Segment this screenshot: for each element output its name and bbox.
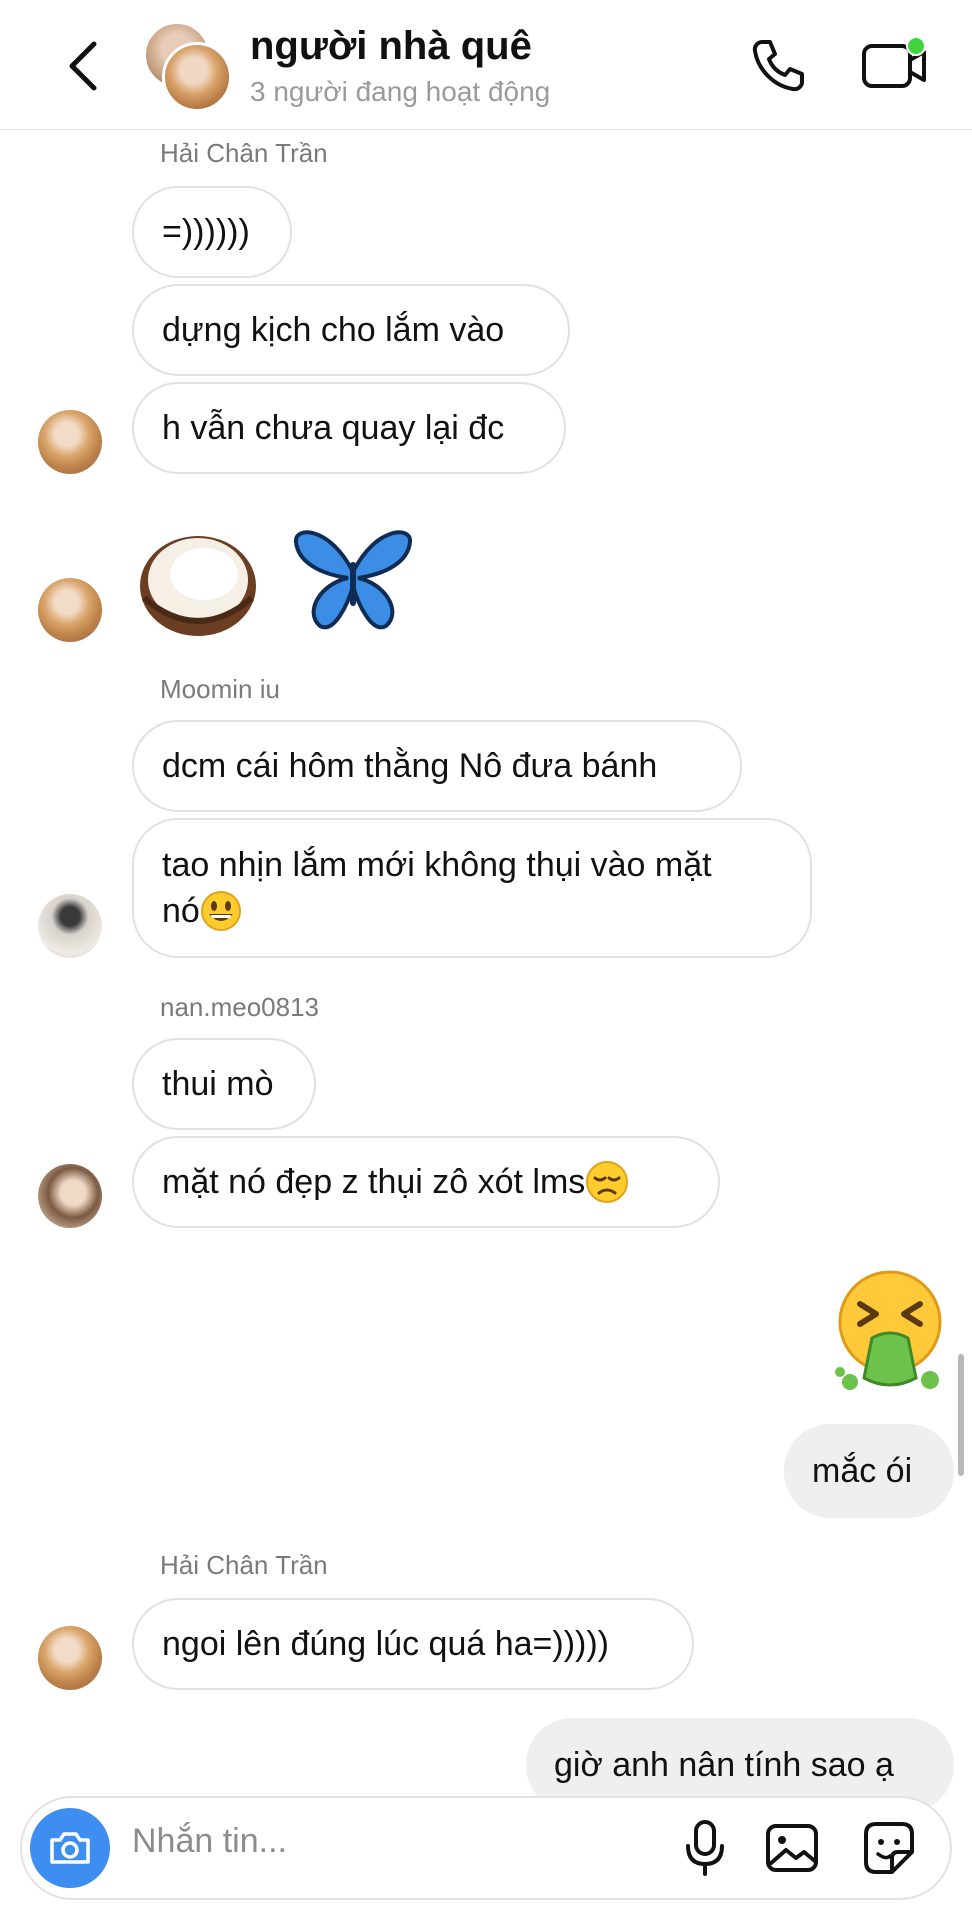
coconut-emoji[interactable] — [134, 518, 264, 640]
message-text: mặt nó đẹp z thụi zô xót lms — [162, 1162, 586, 1201]
message-text: nó — [162, 888, 242, 934]
message-input[interactable]: Nhắn tin... — [132, 1822, 287, 1861]
sender-name: Hải Chân Trần — [160, 138, 328, 168]
active-status: 3 người đang hoạt động — [250, 76, 551, 107]
sender-avatar[interactable] — [38, 410, 102, 474]
sender-name: Moomin iu — [160, 674, 280, 704]
sender-avatar[interactable] — [38, 578, 102, 642]
group-avatar[interactable] — [144, 22, 234, 112]
sender-avatar[interactable] — [38, 894, 102, 958]
message-bubble[interactable]: dựng kịch cho lắm vào — [132, 284, 570, 376]
message-text: nó — [162, 892, 200, 930]
gallery-button[interactable] — [764, 1818, 820, 1878]
message-bubble[interactable]: =)))))) — [132, 186, 292, 278]
online-indicator — [906, 36, 926, 56]
message-bubble[interactable]: tao nhịn lắm mới không thụi vào mặt nó — [132, 818, 812, 958]
chevron-left-icon — [69, 41, 97, 91]
sender-avatar[interactable] — [38, 1164, 102, 1228]
sticker-icon — [864, 1822, 914, 1874]
phone-icon — [752, 40, 804, 92]
disappointed-face-emoji — [586, 1161, 629, 1203]
message-bubble[interactable]: ngoi lên đúng lúc quá ha=))))) — [132, 1598, 694, 1690]
message-text: tao nhịn lắm mới không thụi vào mặt — [162, 846, 712, 884]
sender-name: nan.meo0813 — [160, 992, 320, 1022]
avatar — [162, 42, 232, 112]
microphone-button[interactable] — [680, 1818, 730, 1878]
image-icon — [766, 1824, 818, 1872]
call-button[interactable] — [748, 36, 808, 96]
message-bubble-outgoing[interactable]: mắc ói — [784, 1424, 954, 1518]
sender-name: Hải Chân Trần — [160, 1550, 328, 1580]
microphone-icon — [686, 1820, 724, 1876]
message-bubble[interactable]: h vẫn chưa quay lại đc — [132, 382, 566, 474]
scrollbar[interactable] — [958, 1354, 964, 1476]
chat-title[interactable]: người nhà quê — [250, 24, 532, 69]
message-bubble[interactable]: mặt nó đẹp z thụi zô xót lms — [132, 1136, 720, 1228]
message-bubble[interactable]: thui mò — [132, 1038, 316, 1130]
camera-icon — [50, 1832, 90, 1864]
message-bubble[interactable]: dcm cái hôm thằng Nô đưa bánh — [132, 720, 742, 812]
butterfly-emoji[interactable] — [290, 522, 416, 634]
back-button[interactable] — [62, 38, 106, 94]
sender-avatar[interactable] — [38, 1626, 102, 1690]
grinning-face-emoji — [200, 891, 241, 931]
camera-button[interactable] — [30, 1808, 110, 1888]
sticker-button[interactable] — [860, 1818, 918, 1878]
vomiting-face-emoji[interactable] — [830, 1268, 948, 1394]
